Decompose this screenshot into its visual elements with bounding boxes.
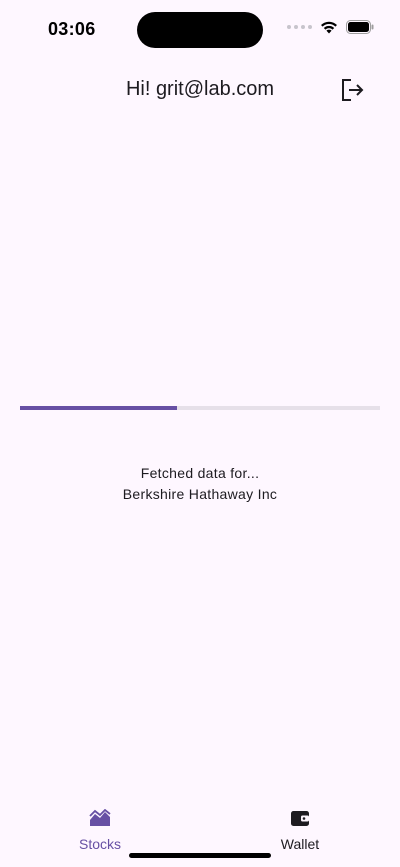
nav-item-stocks[interactable]: Stocks xyxy=(60,806,140,852)
app-header: Hi! grit@lab.com xyxy=(0,70,400,110)
nav-label-stocks: Stocks xyxy=(78,836,121,852)
nav-item-wallet[interactable]: Wallet xyxy=(260,806,340,852)
logout-button[interactable] xyxy=(338,76,366,104)
nav-label-wallet: Wallet xyxy=(280,836,320,852)
loading-line-1: Fetched data for... xyxy=(140,465,260,481)
status-time: 03:06 xyxy=(48,19,96,39)
loading-status: Fetched data for... Berkshire Hathaway I… xyxy=(0,463,400,505)
home-indicator xyxy=(129,853,271,858)
battery-icon xyxy=(346,20,374,34)
dynamic-island xyxy=(137,12,263,48)
loading-company-name: Berkshire Hathaway Inc xyxy=(122,486,278,502)
progress-fill xyxy=(20,406,177,410)
status-bar: 03:06 xyxy=(0,0,400,60)
signal-icon xyxy=(287,25,312,29)
progress-bar xyxy=(20,406,380,410)
wallet-icon xyxy=(288,806,312,830)
logout-icon xyxy=(342,79,364,101)
stocks-icon xyxy=(88,806,112,830)
wifi-icon xyxy=(321,21,337,34)
status-icons xyxy=(287,20,374,34)
